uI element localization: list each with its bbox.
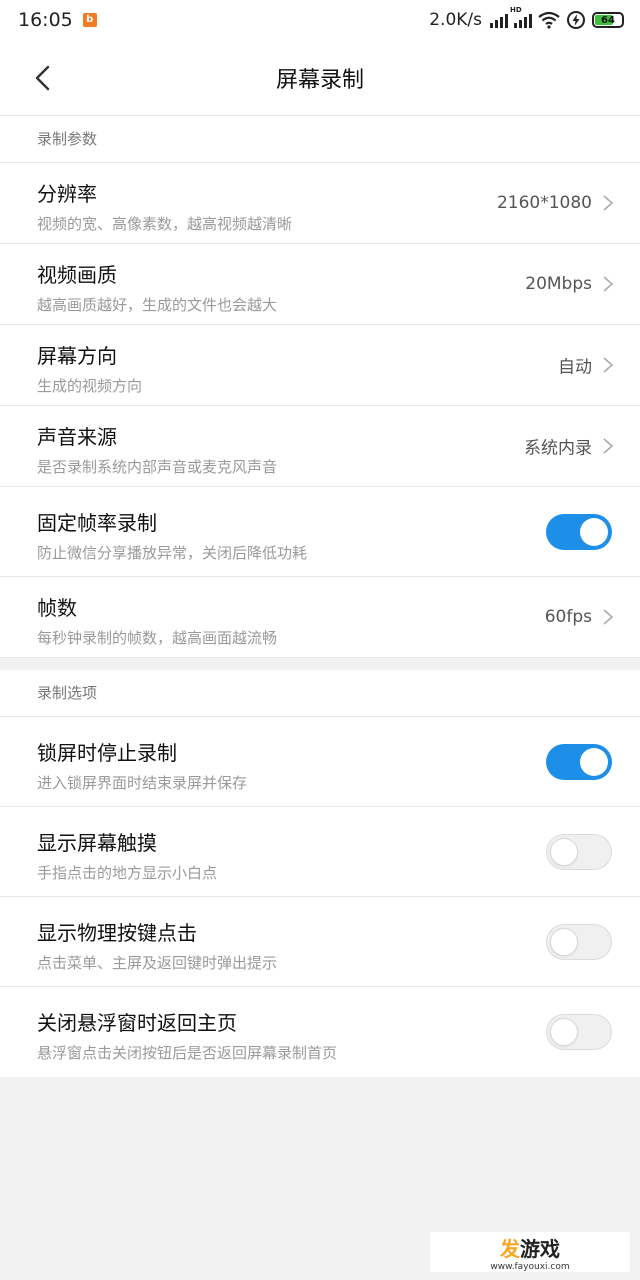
setting-label: 屏幕方向 [37, 344, 117, 368]
chevron-right-icon [603, 438, 614, 454]
battery-icon: 64 [592, 12, 624, 28]
section-title: 录制选项 [0, 670, 640, 717]
return-home-toggle[interactable] [546, 1014, 612, 1050]
setting-video-quality[interactable]: 视频画质 越高画质越好，生成的文件也会越大 20Mbps [0, 244, 640, 325]
fixed-framerate-toggle[interactable] [546, 513, 612, 550]
setting-description: 是否录制系统内部声音或麦克风声音 [37, 458, 278, 476]
app-notification-icon: b [82, 13, 97, 27]
chevron-right-icon [603, 276, 614, 292]
setting-value: 60fps [544, 607, 592, 627]
setting-description: 越高画质越好，生成的文件也会越大 [37, 296, 278, 314]
setting-value: 系统内录 [524, 438, 592, 459]
setting-resolution[interactable]: 分辨率 视频的宽、高像素数，越高视频越清晰 2160*1080 [0, 163, 640, 244]
show-touches-toggle[interactable] [546, 833, 612, 870]
section-record-params: 录制参数 分辨率 视频的宽、高像素数，越高视频越清晰 2160*1080 视频画… [0, 116, 640, 658]
setting-description: 视频的宽、高像素数，越高视频越清晰 [37, 215, 293, 233]
chevron-right-icon [603, 357, 614, 373]
network-badge: HD [510, 6, 522, 14]
watermark-url: www.fayouxi.com [490, 1261, 570, 1272]
setting-description: 每秒钟录制的帧数，越高画面越流畅 [37, 629, 278, 647]
wifi-icon [538, 11, 560, 29]
setting-audio-source[interactable]: 声音来源 是否录制系统内部声音或麦克风声音 系统内录 [0, 406, 640, 487]
status-time: 16:05 [18, 9, 73, 31]
battery-level: 64 [601, 14, 615, 26]
watermark-logo: 发游戏 www.fayouxi.com [430, 1232, 630, 1272]
network-speed: 2.0K/s [429, 10, 482, 30]
status-bar: 16:05 b 2.0K/s HD 64 [0, 0, 640, 40]
signal-icon [490, 12, 508, 28]
setting-fixed-framerate: 固定帧率录制 防止微信分享播放异常，关闭后降低功耗 [0, 487, 640, 577]
back-icon[interactable] [30, 64, 58, 92]
setting-description: 生成的视频方向 [37, 377, 143, 395]
setting-screen-orientation[interactable]: 屏幕方向 生成的视频方向 自动 [0, 325, 640, 406]
status-right: 2.0K/s HD 64 [429, 6, 624, 30]
setting-return-home-on-close: 关闭悬浮窗时返回主页 悬浮窗点击关闭按钮后是否返回屏幕录制首页 [0, 987, 640, 1077]
setting-value: 20Mbps [525, 274, 592, 294]
chevron-right-icon [603, 195, 614, 211]
chevron-right-icon [603, 609, 614, 625]
setting-stop-on-lock: 锁屏时停止录制 进入锁屏界面时结束录屏并保存 [0, 717, 640, 807]
setting-show-touches: 显示屏幕触摸 手指点击的地方显示小白点 [0, 807, 640, 897]
setting-description: 悬浮窗点击关闭按钮后是否返回屏幕录制首页 [37, 1044, 338, 1062]
watermark-text: 发游戏 [500, 1236, 560, 1261]
setting-framerate[interactable]: 帧数 每秒钟录制的帧数，越高画面越流畅 60fps [0, 577, 640, 658]
signal-hd-icon: HD [510, 6, 532, 28]
setting-description: 防止微信分享播放异常，关闭后降低功耗 [37, 544, 308, 562]
page-title: 屏幕录制 [275, 67, 364, 93]
stop-on-lock-toggle[interactable] [546, 743, 612, 780]
setting-value: 自动 [558, 357, 592, 378]
setting-show-key-clicks: 显示物理按键点击 点击菜单、主屏及返回键时弹出提示 [0, 897, 640, 987]
section-title: 录制参数 [0, 116, 640, 163]
section-divider [0, 658, 640, 670]
setting-description: 手指点击的地方显示小白点 [37, 864, 218, 882]
settings-content: 录制参数 分辨率 视频的宽、高像素数，越高视频越清晰 2160*1080 视频画… [0, 116, 640, 1077]
setting-description: 进入锁屏界面时结束录屏并保存 [37, 774, 248, 792]
section-record-options: 录制选项 锁屏时停止录制 进入锁屏界面时结束录屏并保存 显示屏幕触摸 手指点击的… [0, 670, 640, 1077]
setting-description: 点击菜单、主屏及返回键时弹出提示 [37, 954, 278, 972]
show-key-clicks-toggle[interactable] [546, 923, 612, 960]
app-header: 屏幕录制 [0, 40, 640, 116]
setting-value: 2160*1080 [496, 193, 592, 213]
charging-icon [567, 11, 585, 29]
